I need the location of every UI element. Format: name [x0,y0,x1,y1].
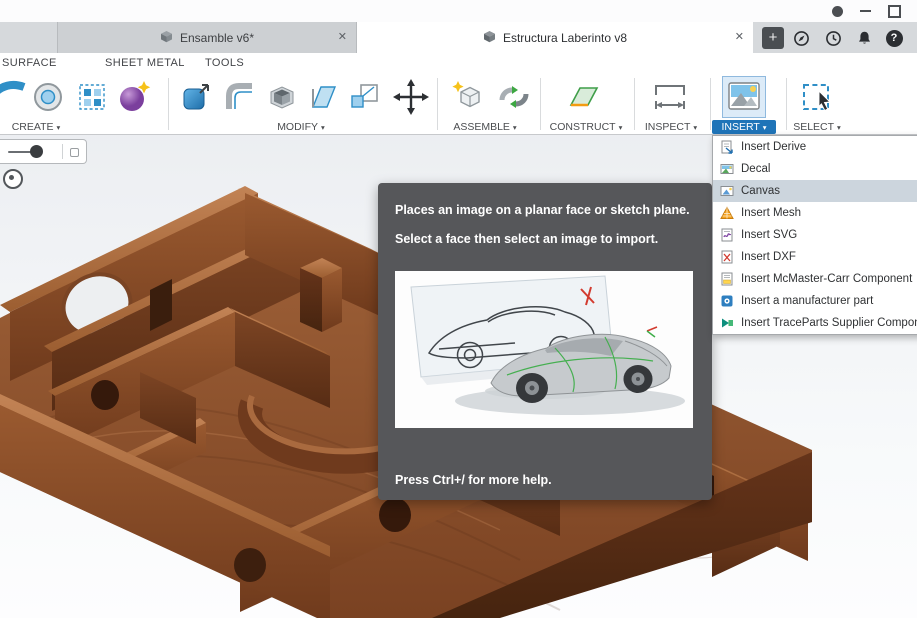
create-sweep-button[interactable] [0,76,28,118]
menu-item-insert-manufacturer-part[interactable]: Insert a manufacturer part [713,290,917,312]
insert-dropdown-menu: Insert Derive Decal Canvas Insert Mesh I… [712,135,917,335]
chevron-down-icon: ▾ [762,123,767,132]
manufacturer-part-icon [720,294,734,308]
display-bar[interactable] [0,139,87,164]
window-circle-icon[interactable] [832,5,843,17]
tooltip-preview-image [395,271,693,428]
menu-item-insert-traceparts[interactable]: Insert TraceParts Supplier Component [713,312,917,334]
menu-item-insert-svg[interactable]: Insert SVG [713,224,917,246]
assemble-new-component-button[interactable] [446,76,490,118]
canvas-icon [720,184,734,198]
menu-item-insert-mcmaster-carr[interactable]: Insert McMaster-Carr Component [713,268,917,290]
origin-icon[interactable] [3,169,23,189]
insert-svg-icon [720,228,734,242]
insert-group-dropdown[interactable]: INSERT ▾ [712,120,776,134]
assemble-group-dropdown[interactable]: ASSEMBLE ▾ [437,120,533,134]
menu-item-insert-mesh[interactable]: Insert Mesh [713,202,917,224]
new-tab-button[interactable]: + [762,27,784,49]
chevron-down-icon: ▾ [618,123,623,132]
menu-item-canvas[interactable]: Canvas [713,180,917,202]
chevron-down-icon: ▾ [512,123,517,132]
ribbon-divider [168,78,169,130]
construct-plane-button[interactable] [562,76,606,118]
document-tab-estructura-laberinto[interactable]: Estructura Laberinto v8 ✕ [357,22,753,53]
extensions-icon[interactable] [792,29,810,47]
modify-press-pull-button[interactable] [174,76,218,118]
tooltip-line-2: Select a face then select an image to im… [395,232,659,246]
help-icon[interactable]: ? [885,29,903,47]
ribbon-toolbar: CREATE ▾ MODIFY ▾ ASSEMBLE ▾ CONSTRUCT ▾ INS… [0,74,917,135]
insert-dxf-icon [720,250,734,264]
create-revolve-button[interactable] [26,76,70,118]
tab-sheet-metal[interactable]: SHEET METAL [105,57,185,69]
tooltip-line-1: Places an image on a planar face or sket… [395,203,690,217]
canvas-tooltip: Places an image on a planar face or sket… [378,183,712,500]
tab-label: Ensamble v6* [179,30,255,45]
toolbar-context-tabs: SURFACE SHEET METAL TOOLS [0,53,917,74]
window-minimize-icon[interactable] [860,10,871,12]
create-form-button[interactable] [112,76,156,118]
document-tab-bar: Ensamble v6* ✕ Estructura Laberinto v8 ✕… [0,22,917,53]
inspect-measure-button[interactable] [648,76,692,118]
chevron-down-icon: ▾ [693,123,698,132]
chevron-down-icon: ▾ [837,123,841,132]
menu-item-insert-dxf[interactable]: Insert DXF [713,246,917,268]
select-group-dropdown[interactable]: SELECT ▾ [772,120,862,134]
title-bar [0,0,917,22]
tab-label: Estructura Laberinto v8 [502,30,628,45]
insert-canvas-button[interactable] [722,76,766,118]
create-group-dropdown[interactable]: CREATE ▾ [0,120,82,134]
inspect-group-dropdown[interactable]: INSPECT ▾ [626,120,716,134]
create-pattern-button[interactable] [70,76,114,118]
close-icon[interactable]: ✕ [735,30,744,43]
job-status-icon[interactable] [824,29,842,47]
display-option-icon [70,148,79,157]
tooltip-footer: Press Ctrl+/ for more help. [395,473,552,487]
modify-shell-button[interactable] [260,76,304,118]
traceparts-icon [720,316,734,330]
modify-scale-button[interactable] [342,76,386,118]
insert-mesh-icon [720,206,734,220]
modify-group-dropdown[interactable]: MODIFY ▾ [253,120,349,134]
chevron-down-icon: ▾ [56,123,61,132]
tab-surface[interactable]: SURFACE [2,57,57,69]
modify-fillet-button[interactable] [218,76,262,118]
modify-move-button[interactable] [388,76,434,118]
opacity-slider-knob[interactable] [30,145,43,158]
notifications-icon[interactable] [855,29,873,47]
assemble-joint-button[interactable] [492,76,536,118]
document-icon [160,30,173,46]
menu-item-insert-derive[interactable]: Insert Derive [713,136,917,158]
close-icon[interactable]: ✕ [338,30,347,43]
tab-tools[interactable]: TOOLS [205,57,244,69]
chevron-down-icon: ▾ [321,123,325,132]
mcmaster-icon [720,272,734,286]
divider [62,144,63,159]
select-button[interactable] [796,76,840,118]
decal-icon [720,162,734,176]
construct-group-dropdown[interactable]: CONSTRUCT ▾ [536,120,636,134]
modify-draft-button[interactable] [302,76,346,118]
menu-item-decal[interactable]: Decal [713,158,917,180]
fusion-window: Ensamble v6* ✕ Estructura Laberinto v8 ✕… [0,0,917,618]
insert-derive-icon [720,140,734,154]
document-icon [483,30,496,46]
window-maximize-icon[interactable] [888,4,901,18]
document-tab-ensamble[interactable]: Ensamble v6* ✕ [57,22,357,53]
